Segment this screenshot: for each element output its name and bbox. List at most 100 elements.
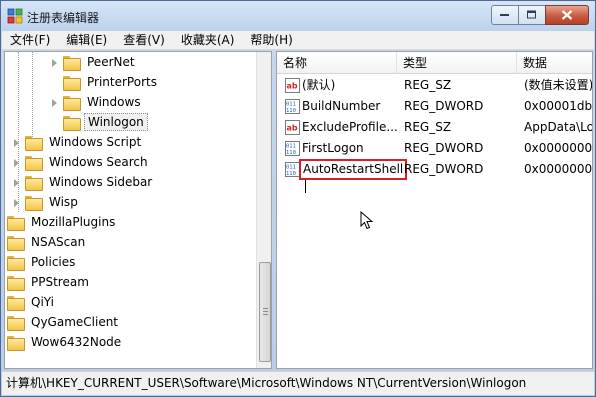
tree-node-label: Wow6432Node xyxy=(31,335,122,349)
minimize-icon xyxy=(500,14,509,16)
tree-node[interactable]: PrinterPorts xyxy=(63,72,160,92)
value-row[interactable]: ab (默认) REG_SZ (数值未设置) xyxy=(277,75,592,96)
tree-node-selected[interactable]: Winlogon xyxy=(63,112,148,132)
tree-node[interactable]: Windows Script xyxy=(12,132,144,152)
tree-node[interactable]: Windows Sidebar xyxy=(12,172,155,192)
tree-node-label: QiYi xyxy=(31,295,55,309)
tree-node-label: PPStream xyxy=(31,275,89,289)
tree-node-label: Winlogon xyxy=(84,113,148,131)
tree-node-label: PrinterPorts xyxy=(87,75,157,89)
folder-icon xyxy=(7,235,25,251)
svg-text:011: 011 xyxy=(286,102,296,108)
tree-node[interactable]: QyGameClient xyxy=(7,312,121,332)
tree-node[interactable]: Wisp xyxy=(12,192,81,212)
value-row-editing[interactable]: 011 110 AutoRestartShell REG_DWORD 0x000… xyxy=(277,159,593,193)
scrollbar-thumb[interactable] xyxy=(259,262,271,362)
tree-node-label: QyGameClient xyxy=(31,315,119,329)
registry-editor-window: 注册表编辑器 文件(F) 编辑(E) 查看(V) 收藏夹(A) 帮助(H) Pe… xyxy=(0,0,596,397)
svg-text:011: 011 xyxy=(286,144,296,150)
tree-node[interactable]: Windows xyxy=(50,92,144,112)
binary-value-icon: 011 110 xyxy=(285,141,300,156)
expand-arrow-icon[interactable] xyxy=(50,58,59,67)
rename-value-input[interactable]: AutoRestartShell xyxy=(299,159,407,193)
folder-icon xyxy=(63,115,81,131)
string-value-icon: ab xyxy=(285,78,300,93)
tree-node-label: NSAScan xyxy=(31,235,86,249)
value-row[interactable]: ab ExcludeProfile... REG_SZ AppData\Lo xyxy=(277,117,592,138)
value-type: REG_SZ xyxy=(404,78,452,92)
window-title: 注册表编辑器 xyxy=(27,11,100,25)
tree-node[interactable]: PeerNet xyxy=(50,52,138,72)
tree-node-label: PeerNet xyxy=(87,55,135,69)
tree-node[interactable]: NSAScan xyxy=(7,232,88,252)
scrollbar-grip xyxy=(263,311,268,312)
close-button[interactable] xyxy=(545,5,589,25)
folder-icon xyxy=(63,95,81,111)
value-name: (默认) xyxy=(302,78,336,92)
close-icon xyxy=(561,10,573,20)
value-type: REG_DWORD xyxy=(404,141,484,155)
values-list-pane[interactable]: 名称 类型 数据 ab (默认) REG_SZ (数值未设置) 011 110 … xyxy=(276,51,593,369)
tree-node-label: Windows Search xyxy=(49,155,148,169)
expand-arrow-icon[interactable] xyxy=(12,158,21,167)
menu-file[interactable]: 文件(F) xyxy=(2,31,58,50)
tree-node-label: Windows xyxy=(87,95,141,109)
column-header-data[interactable]: 数据 xyxy=(517,52,592,74)
svg-text:110: 110 xyxy=(286,150,296,156)
menu-edit[interactable]: 编辑(E) xyxy=(58,31,115,50)
scrollbar-grip xyxy=(263,308,268,309)
text-caret xyxy=(305,180,306,193)
value-type: REG_DWORD xyxy=(404,162,484,176)
value-type: REG_DWORD xyxy=(404,99,484,113)
binary-value-icon: 011 110 xyxy=(285,99,300,114)
menu-view[interactable]: 查看(V) xyxy=(115,31,173,50)
tree-node[interactable]: MozillaPlugins xyxy=(7,212,118,232)
value-name: FirstLogon xyxy=(302,141,364,155)
maximize-button[interactable] xyxy=(518,5,545,25)
tree-node[interactable]: Windows Search xyxy=(12,152,151,172)
value-data: AppData\Lo xyxy=(524,120,593,134)
column-header-type[interactable]: 类型 xyxy=(397,52,517,74)
tree-node[interactable]: QiYi xyxy=(7,292,57,312)
mouse-pointer-icon xyxy=(360,211,374,230)
tree-node-label: MozillaPlugins xyxy=(31,215,116,229)
folder-icon xyxy=(7,315,25,331)
folder-icon xyxy=(7,215,25,231)
status-bar: 计算机\HKEY_CURRENT_USER\Software\Microsoft… xyxy=(2,371,594,395)
folder-icon xyxy=(7,255,25,271)
current-key-path: 计算机\HKEY_CURRENT_USER\Software\Microsoft… xyxy=(6,376,527,390)
column-header-name[interactable]: 名称 xyxy=(277,52,397,74)
folder-icon xyxy=(7,275,25,291)
tree-node[interactable]: Wow6432Node xyxy=(7,332,124,352)
tree-node-label: Windows Sidebar xyxy=(49,175,153,189)
expand-arrow-icon[interactable] xyxy=(50,98,59,107)
svg-text:011: 011 xyxy=(286,165,296,171)
value-row[interactable]: 011 110 BuildNumber REG_DWORD 0x00001db1 xyxy=(277,96,592,117)
expand-arrow-icon[interactable] xyxy=(12,138,21,147)
tree-node[interactable]: PPStream xyxy=(7,272,92,292)
value-data: 0x00001db1 xyxy=(524,99,593,113)
caption-buttons xyxy=(491,5,589,27)
binary-value-icon: 011 110 xyxy=(285,162,300,177)
menu-help[interactable]: 帮助(H) xyxy=(242,31,300,50)
folder-icon xyxy=(63,75,81,91)
tree-node[interactable]: Policies xyxy=(7,252,78,272)
key-tree-pane[interactable]: PeerNet PrinterPorts Windows Winlogon Wi… xyxy=(4,51,272,369)
title-bar[interactable]: 注册表编辑器 xyxy=(1,1,595,31)
tree-node-label: Wisp xyxy=(49,195,78,209)
expand-arrow-icon[interactable] xyxy=(12,198,21,207)
list-header: 名称 类型 数据 xyxy=(277,52,592,74)
tree-vertical-scrollbar[interactable] xyxy=(256,52,271,368)
folder-icon xyxy=(25,195,43,211)
rename-value-text: AutoRestartShell xyxy=(303,162,404,176)
tree-node-label: Policies xyxy=(31,255,76,269)
expand-arrow-icon[interactable] xyxy=(12,178,21,187)
value-name: ExcludeProfile... xyxy=(302,120,397,134)
folder-icon xyxy=(63,55,81,71)
value-data: 0x00000000 xyxy=(524,162,593,176)
menu-favorites[interactable]: 收藏夹(A) xyxy=(173,31,243,50)
folder-icon xyxy=(25,175,43,191)
minimize-button[interactable] xyxy=(491,5,518,25)
svg-text:ab: ab xyxy=(287,82,298,91)
value-row[interactable]: 011 110 FirstLogon REG_DWORD 0x00000000 xyxy=(277,138,592,159)
